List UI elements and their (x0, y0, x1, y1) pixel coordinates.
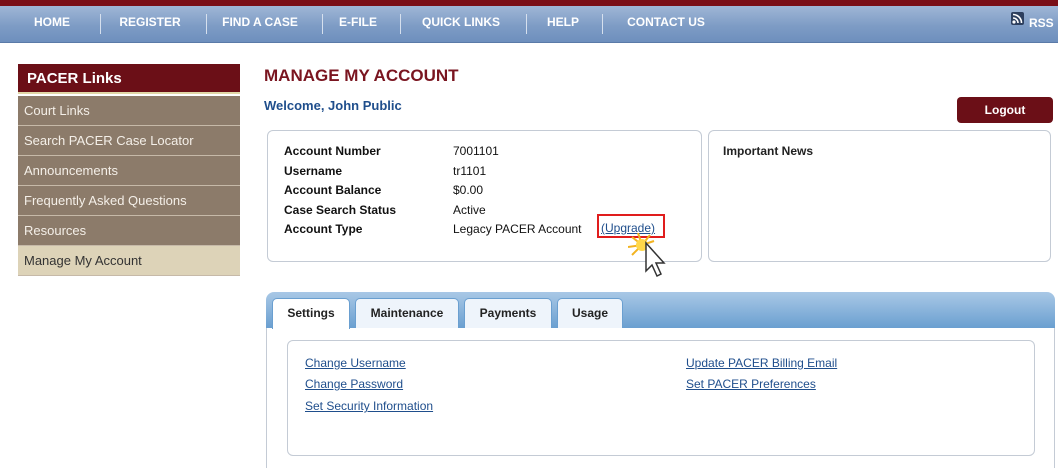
important-news-title: Important News (723, 144, 814, 158)
rss-link[interactable]: RSS (1029, 6, 1054, 42)
sidebar-item-announcements[interactable]: Announcements (18, 156, 240, 186)
page-title: MANAGE MY ACCOUNT (264, 66, 459, 85)
welcome-message: Welcome, John Public (264, 98, 402, 113)
sidebar-item-faq[interactable]: Frequently Asked Questions (18, 186, 240, 216)
nav-divider (322, 14, 323, 34)
username-value: tr1101 (453, 164, 487, 178)
nav-divider (206, 14, 207, 34)
change-username-link[interactable]: Change Username (305, 356, 406, 370)
nav-e-file[interactable]: E-FILE (330, 6, 386, 42)
tab-payments[interactable]: Payments (464, 298, 552, 328)
sidebar-item-search-pacer-case-locator[interactable]: Search PACER Case Locator (18, 126, 240, 156)
account-number-label: Account Number (284, 144, 381, 158)
nav-divider (100, 14, 101, 34)
nav-help[interactable]: HELP (536, 6, 590, 42)
tab-settings[interactable]: Settings (272, 298, 350, 329)
tab-maintenance[interactable]: Maintenance (355, 298, 459, 328)
nav-find-a-case[interactable]: FIND A CASE (212, 6, 308, 42)
username-label: Username (284, 164, 343, 178)
nav-divider (526, 14, 527, 34)
nav-home[interactable]: HOME (12, 6, 92, 42)
rss-icon[interactable] (1011, 12, 1024, 25)
account-type-value: Legacy PACER Account (453, 222, 582, 236)
nav-divider (602, 14, 603, 34)
tab-usage[interactable]: Usage (557, 298, 623, 328)
nav-quick-links[interactable]: QUICK LINKS (412, 6, 510, 42)
case-search-status-value: Active (453, 203, 486, 217)
sidebar-item-manage-my-account[interactable]: Manage My Account (18, 246, 240, 276)
important-news-panel: Important News (708, 130, 1051, 262)
update-billing-email-link[interactable]: Update PACER Billing Email (686, 356, 837, 370)
sidebar-item-court-links[interactable]: Court Links (18, 96, 240, 126)
settings-links-panel: Change Username Change Password Set Secu… (287, 340, 1035, 456)
cursor-click-icon (627, 232, 678, 279)
account-balance-label: Account Balance (284, 183, 382, 197)
account-number-value: 7001101 (453, 144, 499, 158)
account-type-label: Account Type (284, 222, 363, 236)
logout-button[interactable]: Logout (957, 97, 1053, 123)
top-nav-bar: HOME REGISTER FIND A CASE E-FILE QUICK L… (0, 6, 1058, 43)
set-pacer-preferences-link[interactable]: Set PACER Preferences (686, 377, 816, 391)
set-security-information-link[interactable]: Set Security Information (305, 399, 433, 413)
sidebar-title: PACER Links (18, 64, 240, 94)
nav-register[interactable]: REGISTER (108, 6, 192, 42)
sidebar-item-resources[interactable]: Resources (18, 216, 240, 246)
nav-contact-us[interactable]: CONTACT US (612, 6, 720, 42)
nav-divider (400, 14, 401, 34)
account-balance-value: $0.00 (453, 183, 484, 197)
case-search-status-label: Case Search Status (284, 203, 397, 217)
change-password-link[interactable]: Change Password (305, 377, 403, 391)
